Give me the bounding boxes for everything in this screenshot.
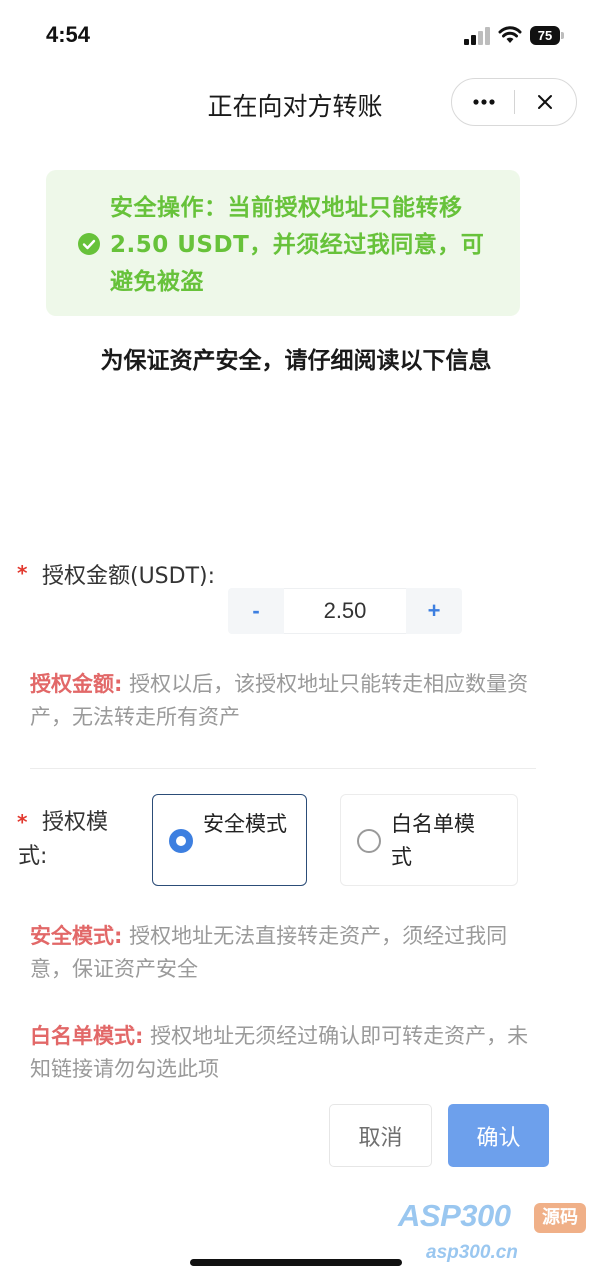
safe-mode-option[interactable]: 安全模式 bbox=[152, 794, 307, 886]
amount-label: 授权金额(USDT): bbox=[42, 564, 216, 589]
mini-program-capsule bbox=[451, 78, 577, 126]
amount-description-key: 授权金额: bbox=[30, 672, 123, 696]
whitelist-mode-option[interactable]: 白名单模式 bbox=[340, 794, 518, 886]
wifi-icon bbox=[498, 26, 522, 43]
page-title: 正在向对方转账 bbox=[207, 92, 383, 121]
cancel-button[interactable]: 取消 bbox=[329, 1104, 432, 1167]
status-time: 4:54 bbox=[46, 22, 91, 47]
radio-unselected-icon[interactable] bbox=[357, 829, 381, 853]
divider bbox=[30, 768, 536, 769]
radio-selected-icon[interactable] bbox=[169, 829, 193, 853]
watermark-logo: ASP300 bbox=[398, 1198, 511, 1233]
info-heading: 为保证资产安全，请仔细阅读以下信息 bbox=[100, 348, 492, 374]
home-indicator bbox=[190, 1259, 402, 1266]
mode-label-text: 授权模式: bbox=[18, 810, 109, 869]
close-button[interactable] bbox=[515, 79, 575, 124]
more-button[interactable] bbox=[452, 79, 515, 124]
whitelist-mode-description: 白名单模式: 授权地址无须经过确认即可转走资产，未知链接请勿勾选此项 bbox=[30, 1020, 530, 1086]
decrease-button[interactable]: - bbox=[228, 588, 284, 634]
mode-label: 授权模式: bbox=[18, 806, 128, 874]
transfer-authorization-page: 4:54 75 正在向对方转账 安全操作：当前授权地址只能转移2.50 USDT… bbox=[0, 0, 591, 1280]
amount-description: 授权金额: 授权以后，该授权地址只能转走相应数量资产，无法转走所有资产 bbox=[30, 668, 530, 734]
safe-mode-label: 安全模式 bbox=[203, 812, 287, 836]
notice-text: 安全操作：当前授权地址只能转移2.50 USDT，并须经过我同意，可避免被盗 bbox=[110, 195, 485, 295]
security-notice: 安全操作：当前授权地址只能转移2.50 USDT，并须经过我同意，可避免被盗 bbox=[46, 170, 520, 316]
battery-icon: 75 bbox=[530, 26, 564, 45]
cellular-signal-icon bbox=[464, 27, 490, 45]
battery-level: 75 bbox=[530, 26, 560, 45]
safe-mode-description: 安全模式: 授权地址无法直接转走资产，须经过我同意，保证资产安全 bbox=[30, 920, 530, 986]
more-dots-icon bbox=[472, 98, 495, 105]
whitelist-mode-description-key: 白名单模式: bbox=[30, 1024, 144, 1048]
check-circle-icon bbox=[78, 233, 100, 255]
amount-stepper: - 2.50 + bbox=[228, 588, 462, 634]
watermark: ASP300 源码 asp300.cn bbox=[398, 1198, 591, 1270]
watermark-url: asp300.cn bbox=[426, 1242, 518, 1263]
close-icon bbox=[538, 94, 552, 109]
status-bar: 4:54 75 bbox=[0, 0, 591, 72]
watermark-badge: 源码 bbox=[534, 1203, 586, 1233]
battery-cap bbox=[561, 32, 564, 39]
increase-button[interactable]: + bbox=[406, 588, 462, 634]
whitelist-mode-label: 白名单模式 bbox=[391, 812, 475, 869]
amount-required-mark: * bbox=[17, 561, 28, 585]
confirm-button[interactable]: 确认 bbox=[448, 1104, 549, 1167]
amount-input[interactable]: 2.50 bbox=[284, 588, 406, 634]
safe-mode-description-key: 安全模式: bbox=[30, 924, 123, 948]
